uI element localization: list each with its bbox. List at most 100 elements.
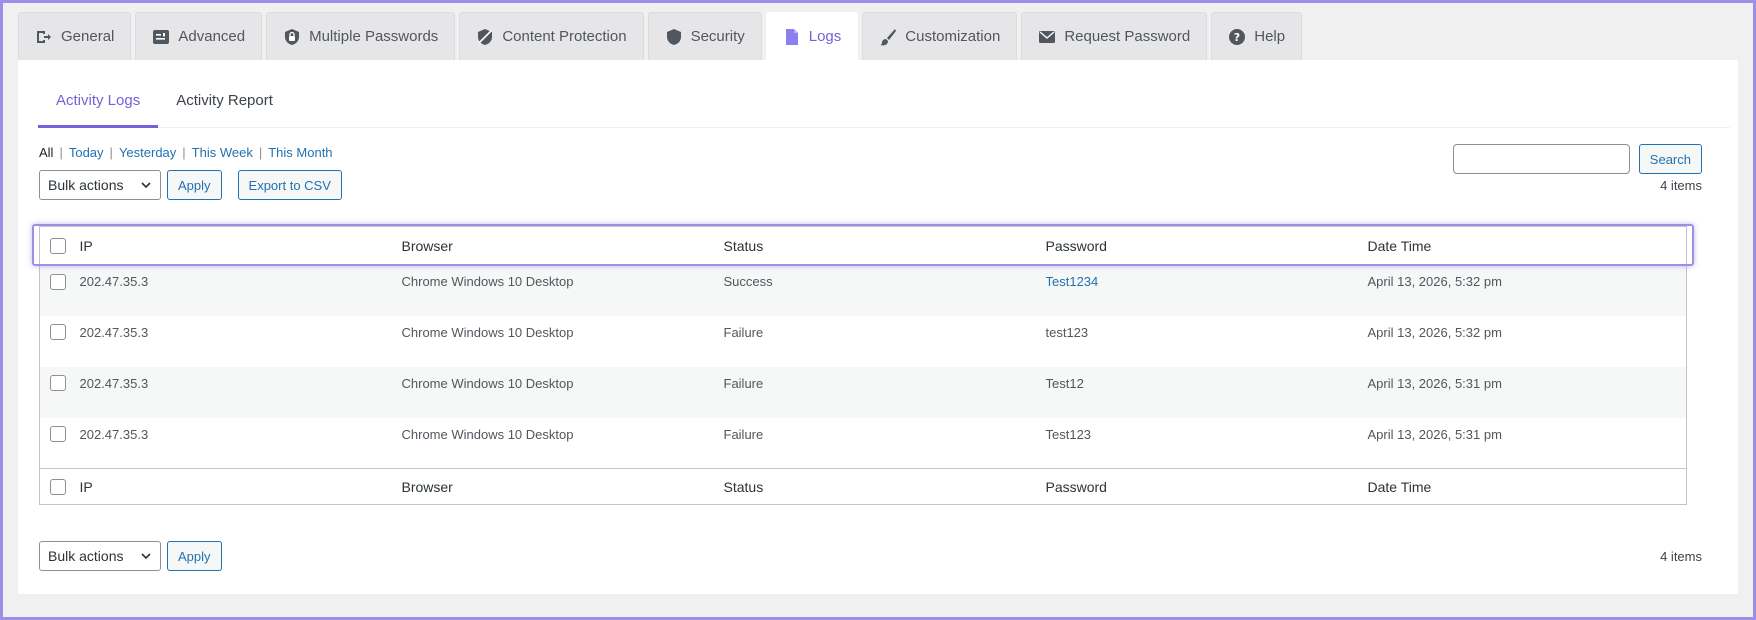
column-header-password[interactable]: Password [1045, 226, 1368, 265]
table-row: 202.47.35.3 Chrome Windows 10 Desktop Fa… [40, 316, 1687, 367]
tab-multiple-passwords[interactable]: Multiple Passwords [266, 12, 456, 60]
cell-status: Failure [723, 426, 764, 442]
tab-label: Customization [905, 28, 1001, 45]
apply-button[interactable]: Apply [167, 170, 222, 200]
cell-date-time: April 13, 2026, 5:32 pm [1367, 274, 1502, 289]
table-footer-row: IP Browser Status Password Date Time [39, 468, 1687, 505]
shield-lock-icon [283, 28, 301, 46]
cell-password-link[interactable]: Test1234 [1046, 274, 1099, 289]
cell-status: Success [723, 274, 773, 289]
brush-icon [879, 28, 897, 46]
bulk-actions-select-bottom[interactable]: Bulk actions [39, 541, 161, 571]
column-header-ip[interactable]: IP [79, 226, 402, 265]
tab-content-protection[interactable]: Content Protection [459, 12, 644, 60]
chevron-down-icon [141, 553, 151, 560]
tab-label: Logs [808, 28, 842, 45]
tab-request-password[interactable]: Request Password [1021, 12, 1208, 60]
tab-general[interactable]: General [18, 12, 132, 60]
select-all-checkbox[interactable] [50, 238, 66, 255]
column-header-browser[interactable]: Browser [401, 226, 724, 265]
document-icon [783, 28, 801, 46]
filter-separator: | [59, 145, 63, 160]
select-all-checkbox-footer[interactable] [50, 479, 66, 496]
logs-panel: Activity Logs Activity Report All | Toda… [18, 60, 1738, 594]
tab-label: Multiple Passwords [309, 28, 439, 45]
cell-ip: 202.47.35.3 [79, 274, 149, 289]
sign-in-icon [35, 28, 53, 46]
tab-advanced[interactable]: Advanced [135, 12, 263, 60]
table-row: 202.47.35.3 Chrome Windows 10 Desktop Fa… [40, 418, 1687, 469]
export-csv-button[interactable]: Export to CSV [237, 170, 342, 200]
row-checkbox[interactable] [50, 375, 66, 392]
tab-security[interactable]: Security [647, 12, 762, 60]
row-checkbox[interactable] [50, 324, 66, 341]
bulk-actions-select[interactable]: Bulk actions [39, 170, 161, 200]
filter-this-month[interactable]: This Month [268, 145, 332, 160]
cell-password: Test123 [1045, 426, 1092, 442]
shield-slash-icon [476, 28, 494, 46]
cell-password: Test12 [1045, 375, 1084, 391]
tab-label: General [61, 28, 115, 45]
apply-button-bottom[interactable]: Apply [167, 541, 222, 571]
filter-all[interactable]: All [39, 145, 53, 160]
column-footer-browser[interactable]: Browser [401, 468, 724, 505]
row-checkbox[interactable] [50, 273, 66, 290]
tab-label: Content Protection [502, 28, 627, 45]
cell-browser: Chrome Windows 10 Desktop [401, 375, 574, 391]
cell-date-time: April 13, 2026, 5:31 pm [1367, 375, 1502, 391]
subtab-activity-report[interactable]: Activity Report [158, 86, 291, 128]
cell-ip: 202.47.35.3 [79, 324, 149, 340]
table-row: 202.47.35.3 Chrome Windows 10 Desktop Su… [39, 264, 1687, 316]
select-all-cell [39, 226, 80, 265]
cell-browser: Chrome Windows 10 Desktop [401, 324, 574, 340]
envelope-icon [1038, 28, 1056, 46]
filter-today[interactable]: Today [69, 145, 104, 160]
cell-browser: Chrome Windows 10 Desktop [401, 274, 574, 289]
date-filter-links: All | Today | Yesterday | This Week | Th… [39, 145, 333, 160]
column-footer-ip[interactable]: IP [79, 468, 402, 505]
bulk-actions-label: Bulk actions [48, 548, 124, 564]
filter-separator: | [258, 145, 263, 160]
cell-status: Failure [723, 375, 764, 391]
tab-customization[interactable]: Customization [862, 12, 1018, 60]
cell-browser: Chrome Windows 10 Desktop [401, 426, 574, 442]
table-header-row: IP Browser Status Password Date Time [39, 226, 1687, 265]
column-footer-status[interactable]: Status [723, 468, 1046, 505]
tab-label: Help [1254, 28, 1286, 45]
subtab-activity-logs[interactable]: Activity Logs [38, 86, 159, 128]
table-row: 202.47.35.3 Chrome Windows 10 Desktop Fa… [39, 366, 1687, 418]
logs-subtabs: Activity Logs Activity Report [38, 86, 1730, 128]
tab-help[interactable]: ? Help [1211, 12, 1303, 60]
tab-logs[interactable]: Logs [765, 12, 859, 60]
column-header-date-time[interactable]: Date Time [1367, 226, 1687, 265]
activity-logs-table: IP Browser Status Password Date Time 202… [39, 226, 1687, 505]
cell-ip: 202.47.35.3 [79, 426, 149, 442]
bulk-actions-label: Bulk actions [48, 177, 124, 193]
sliders-icon [152, 28, 170, 46]
tablenav-bottom: Bulk actions Apply 4 items [39, 541, 1702, 571]
cell-date-time: April 13, 2026, 5:31 pm [1367, 426, 1502, 442]
tab-label: Request Password [1064, 28, 1191, 45]
shield-icon [665, 28, 683, 46]
tablenav-top: Bulk actions Apply Export to CSV 4 items [39, 170, 1702, 200]
tab-label: Advanced [178, 28, 246, 45]
column-footer-date-time[interactable]: Date Time [1367, 468, 1687, 505]
row-checkbox[interactable] [50, 426, 66, 443]
filter-this-week[interactable]: This Week [192, 145, 253, 160]
column-footer-password[interactable]: Password [1045, 468, 1368, 505]
cell-password: test123 [1045, 324, 1089, 340]
svg-text:?: ? [1234, 31, 1240, 44]
filter-separator: | [182, 145, 186, 160]
filter-yesterday[interactable]: Yesterday [119, 145, 176, 160]
question-icon: ? [1228, 28, 1246, 46]
column-header-status[interactable]: Status [723, 226, 1046, 265]
tab-label: Security [690, 28, 745, 45]
cell-date-time: April 13, 2026, 5:32 pm [1367, 324, 1502, 340]
item-count-bottom: 4 items [1660, 548, 1702, 564]
filter-separator: | [109, 145, 113, 160]
settings-tabbar: General Advanced Multiple Passwords Cont… [18, 12, 1303, 60]
item-count: 4 items [1660, 177, 1702, 193]
cell-status: Failure [723, 324, 764, 340]
chevron-down-icon [141, 182, 151, 189]
cell-ip: 202.47.35.3 [79, 375, 149, 391]
